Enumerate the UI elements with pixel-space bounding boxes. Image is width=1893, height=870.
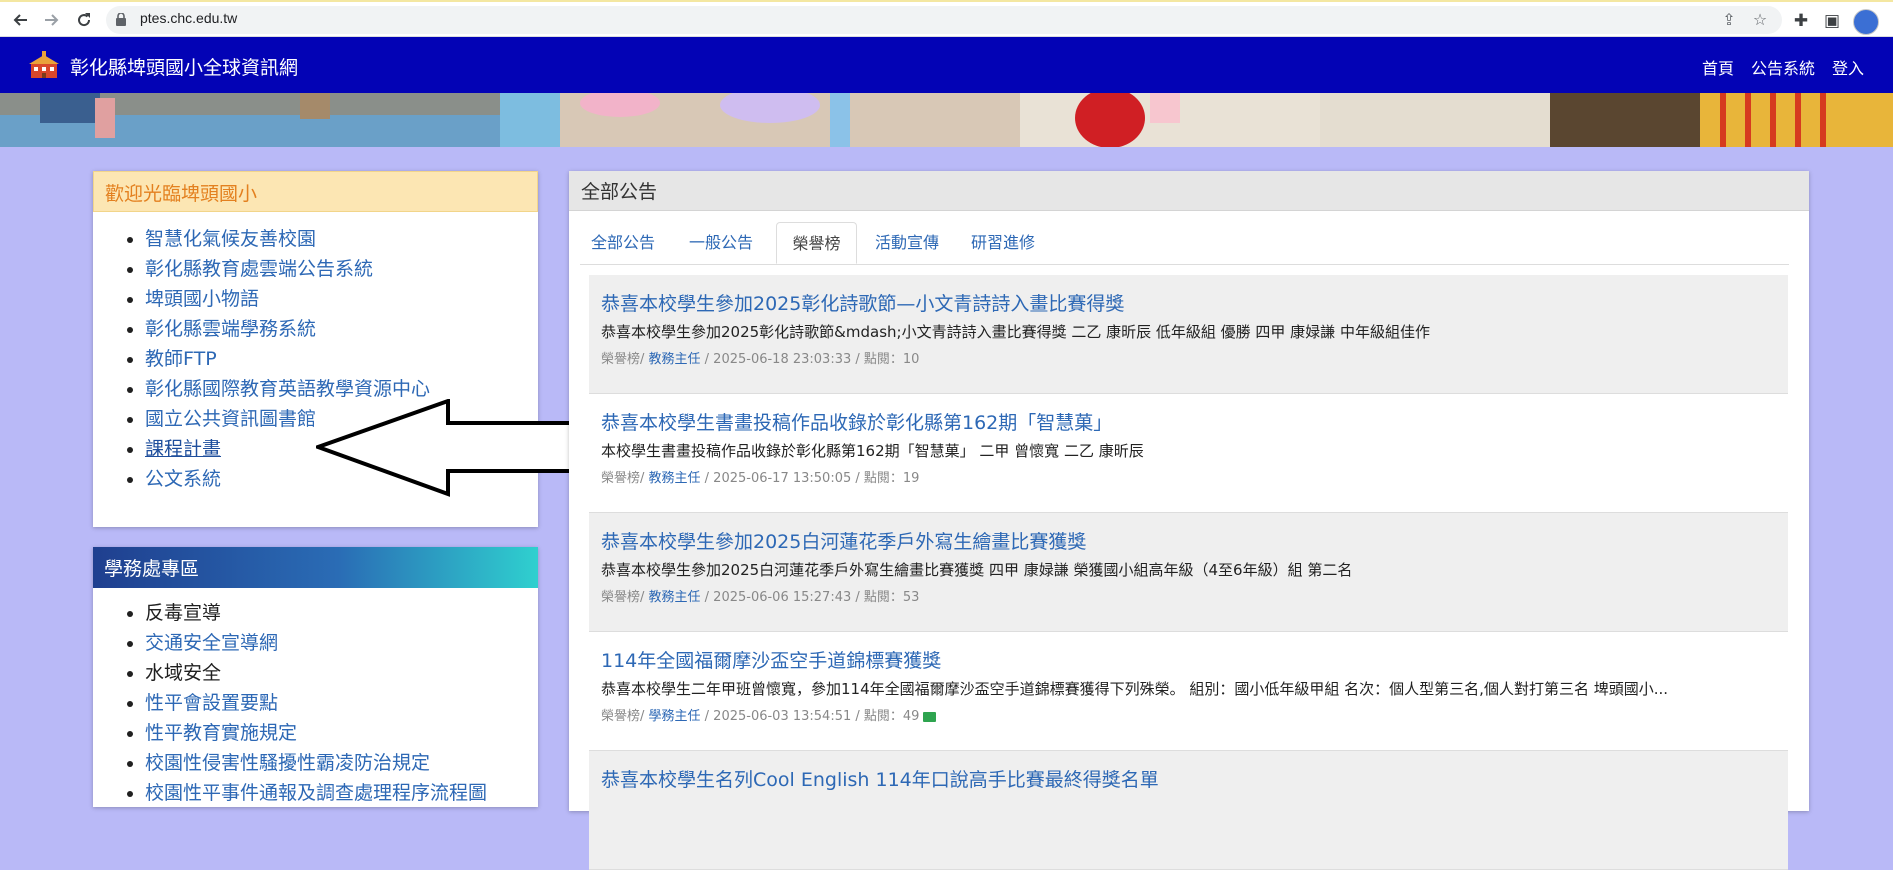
news-author-link[interactable]: 學務主任 — [649, 709, 701, 724]
share-icon[interactable]: ⇪ — [1720, 11, 1738, 29]
announcements-heading: 全部公告 — [569, 171, 1809, 211]
arrow-right-icon — [45, 14, 59, 26]
news-item: 恭喜本校學生名列Cool English 114年口說高手比賽最終得獎名單 — [589, 751, 1788, 870]
link-gender-education-rules[interactable]: 性平教育實施規定 — [145, 722, 297, 744]
list-item: 彰化縣雲端學務系統 — [145, 314, 538, 344]
back-button[interactable] — [6, 6, 34, 34]
news-summary: 恭喜本校學生參加2025彰化詩歌節&mdash;小文青詩詩入畫比賽得獎 二乙 康… — [601, 323, 1430, 341]
reload-icon — [78, 13, 91, 27]
student-affairs-link-list: 反毒宣導 交通安全宣導網 水域安全 性平會設置要點 性平教育實施規定 校園性侵害… — [93, 588, 538, 808]
tab-training[interactable]: 研習進修 — [960, 222, 1046, 264]
link-teacher-ftp[interactable]: 教師FTP — [145, 348, 217, 370]
news-summary: 恭喜本校學生參加2025白河蓮花季戶外寫生繪畫比賽獲獎 四甲 康娽謙 榮獲國小組… — [601, 561, 1353, 579]
news-item: 恭喜本校學生書畫投稿作品收錄於彰化縣第162期「智慧菓」 本校學生書畫投稿作品收… — [589, 394, 1788, 513]
browser-toolbar: ptes.chc.edu.tw ⇪ ☆ ✚ ▣ — [0, 0, 1893, 37]
banner-photo — [0, 93, 1893, 147]
pointer-arrow-annotation — [316, 399, 583, 497]
list-item: 反毒宣導 — [145, 598, 538, 628]
list-item: 彰化縣教育處雲端公告系統 — [145, 254, 538, 284]
news-summary: 恭喜本校學生二年甲班曾懷寬，參加114年全國福爾摩沙盃空手道錦標賽獲得下列殊榮。… — [601, 680, 1669, 698]
address-bar[interactable]: ptes.chc.edu.tw ⇪ ☆ — [106, 6, 1782, 34]
reload-button[interactable] — [70, 6, 98, 34]
url-text: ptes.chc.edu.tw — [140, 10, 238, 26]
water-safety-text: 水域安全 — [145, 662, 222, 684]
news-meta: 榮譽榜/ 教務主任 / 2025-06-18 23:03:33 / 點閱：10 — [601, 348, 919, 367]
link-school-story[interactable]: 埤頭國小物語 — [145, 288, 259, 310]
news-author-link[interactable]: 教務主任 — [649, 352, 701, 367]
tab-general[interactable]: 一般公告 — [678, 222, 764, 264]
site-navbar: 彰化縣埤頭國小全球資訊網 首頁 公告系統 登入 — [0, 37, 1893, 93]
student-affairs-heading: 學務處專區 — [93, 547, 538, 588]
tab-honor-roll[interactable]: 榮譽榜 — [776, 222, 857, 264]
news-item: 恭喜本校學生參加2025彰化詩歌節—小文青詩詩入畫比賽得獎 恭喜本校學生參加20… — [589, 275, 1788, 394]
link-english-resource-center[interactable]: 彰化縣國際教育英語教學資源中心 — [145, 378, 430, 400]
link-harassment-prevention[interactable]: 校園性侵害性騷擾性霸凌防治規定 — [145, 752, 430, 774]
link-document-system[interactable]: 公文系統 — [145, 468, 221, 490]
extensions-puzzle-icon[interactable]: ✚ — [1790, 10, 1812, 32]
welcome-panel-heading: 歡迎光臨埤頭國小 — [93, 171, 538, 212]
link-curriculum-plan[interactable]: 課程計畫 — [145, 438, 221, 460]
news-category: 榮譽榜/ — [601, 709, 649, 724]
news-title[interactable]: 114年全國福爾摩沙盃空手道錦標賽獲獎 — [601, 646, 941, 673]
news-title[interactable]: 恭喜本校學生名列Cool English 114年口說高手比賽最終得獎名單 — [601, 765, 1159, 792]
list-item: 校園性平事件通報及調查處理程序流程圖 — [145, 778, 538, 808]
news-title[interactable]: 恭喜本校學生參加2025彰化詩歌節—小文青詩詩入畫比賽得獎 — [601, 289, 1124, 316]
site-title[interactable]: 彰化縣埤頭國小全球資訊網 — [70, 53, 298, 80]
list-item: 交通安全宣導網 — [145, 628, 538, 658]
forward-button[interactable] — [38, 6, 66, 34]
news-category: 榮譽榜/ — [601, 471, 649, 486]
news-date-views: / 2025-06-06 15:27:43 / 點閱：53 — [700, 590, 920, 605]
list-item: 水域安全 — [145, 658, 538, 688]
list-item: 性平會設置要點 — [145, 688, 538, 718]
link-smart-campus[interactable]: 智慧化氣候友善校園 — [145, 228, 316, 250]
link-gender-incident-flowchart[interactable]: 校園性平事件通報及調查處理程序流程圖 — [145, 782, 487, 804]
news-item: 恭喜本校學生參加2025白河蓮花季戶外寫生繪畫比賽獲獎 恭喜本校學生參加2025… — [589, 513, 1788, 632]
news-item: 114年全國福爾摩沙盃空手道錦標賽獲獎 恭喜本校學生二年甲班曾懷寬，參加114年… — [589, 632, 1788, 751]
tab-all[interactable]: 全部公告 — [580, 222, 666, 264]
announcements-panel: 全部公告 全部公告 一般公告 榮譽榜 活動宣傳 研習進修 恭喜本校學生參加202… — [569, 171, 1809, 870]
announcement-tabs: 全部公告 一般公告 榮譽榜 活動宣傳 研習進修 — [580, 222, 1789, 265]
nav-announcement-link[interactable]: 公告系統 — [1751, 55, 1815, 79]
school-building-icon — [29, 51, 59, 78]
link-public-library[interactable]: 國立公共資訊圖書館 — [145, 408, 316, 430]
news-meta: 榮譽榜/ 教務主任 / 2025-06-17 13:50:05 / 點閱：19 — [601, 467, 919, 486]
list-item: 校園性侵害性騷擾性霸凌防治規定 — [145, 748, 538, 778]
news-category: 榮譽榜/ — [601, 352, 649, 367]
student-affairs-panel: 學務處專區 反毒宣導 交通安全宣導網 水域安全 性平會設置要點 性平教育實施規定… — [93, 547, 538, 807]
list-item: 智慧化氣候友善校園 — [145, 224, 538, 254]
news-category: 榮譽榜/ — [601, 590, 649, 605]
news-date-views: / 2025-06-17 13:50:05 / 點閱：19 — [700, 471, 920, 486]
profile-avatar[interactable] — [1853, 9, 1879, 35]
news-meta: 榮譽榜/ 學務主任 / 2025-06-03 13:54:51 / 點閱：49 — [601, 705, 937, 724]
link-student-affairs-system[interactable]: 彰化縣雲端學務系統 — [145, 318, 316, 340]
image-attachment-icon — [923, 711, 937, 722]
bookmark-star-icon[interactable]: ☆ — [1751, 11, 1769, 29]
list-item: 埤頭國小物語 — [145, 284, 538, 314]
tab-activities[interactable]: 活動宣傳 — [864, 222, 950, 264]
link-gender-committee[interactable]: 性平會設置要點 — [145, 692, 278, 714]
anti-drug-text: 反毒宣導 — [145, 602, 222, 624]
link-traffic-safety[interactable]: 交通安全宣導網 — [145, 632, 278, 654]
news-meta: 榮譽榜/ 教務主任 / 2025-06-06 15:27:43 / 點閱：53 — [601, 586, 919, 605]
news-title[interactable]: 恭喜本校學生參加2025白河蓮花季戶外寫生繪畫比賽獲獎 — [601, 527, 1086, 554]
nav-login-link[interactable]: 登入 — [1832, 55, 1864, 79]
news-date-views: / 2025-06-18 23:03:33 / 點閱：10 — [700, 352, 920, 367]
list-item: 性平教育實施規定 — [145, 718, 538, 748]
news-summary: 本校學生書畫投稿作品收錄於彰化縣第162期「智慧菓」 二甲 曾懷寬 二乙 康昕辰 — [601, 442, 1144, 460]
banner-image — [0, 93, 1893, 147]
news-author-link[interactable]: 教務主任 — [649, 471, 701, 486]
arrow-left-icon — [13, 14, 27, 26]
news-author-link[interactable]: 教務主任 — [649, 590, 701, 605]
list-item: 教師FTP — [145, 344, 538, 374]
nav-home-link[interactable]: 首頁 — [1702, 55, 1734, 79]
info-icon[interactable] — [116, 13, 126, 26]
news-date-views: / 2025-06-03 13:54:51 / 點閱：49 — [700, 709, 920, 724]
link-cloud-announcement[interactable]: 彰化縣教育處雲端公告系統 — [145, 258, 373, 280]
news-title[interactable]: 恭喜本校學生書畫投稿作品收錄於彰化縣第162期「智慧菓」 — [601, 408, 1112, 435]
side-panel-icon[interactable]: ▣ — [1821, 10, 1843, 32]
